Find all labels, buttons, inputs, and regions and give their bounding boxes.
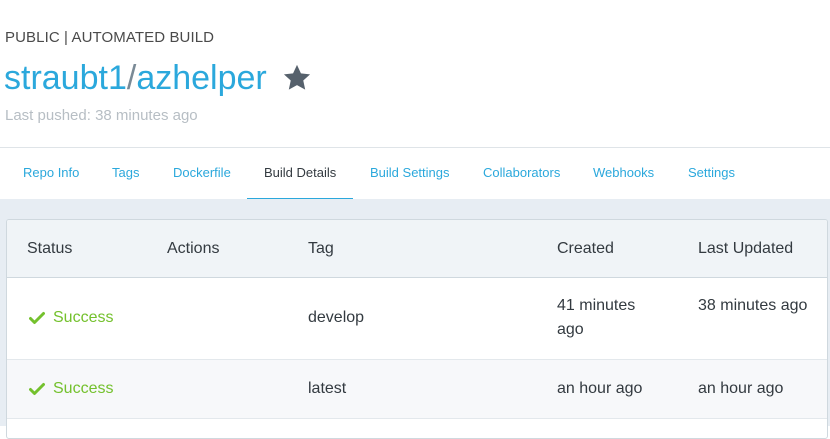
tab-build-settings[interactable]: Build Settings (370, 148, 450, 199)
status-text: Success (53, 309, 114, 326)
repo-title-separator: / (126, 59, 137, 97)
build-status-link[interactable]: Success (29, 377, 113, 401)
repo-name: azhelper (136, 59, 267, 97)
last-pushed-text: Last pushed: 38 minutes ago (5, 107, 198, 124)
tab-tags[interactable]: Tags (112, 148, 139, 199)
created-cell: an hour ago (557, 380, 643, 397)
created-cell: 41 minutes ago (557, 297, 636, 338)
tab-webhooks[interactable]: Webhooks (593, 148, 654, 199)
table-header: Status Actions Tag Created Last Updated (7, 220, 827, 278)
builds-table: Status Actions Tag Created Last Updated … (6, 219, 828, 439)
check-icon (29, 311, 45, 325)
check-icon (29, 382, 45, 396)
column-header-tag[interactable]: Tag (308, 220, 334, 278)
build-details-panel: Status Actions Tag Created Last Updated … (0, 199, 830, 439)
status-text: Success (53, 380, 114, 397)
repo-visibility-label: PUBLIC | AUTOMATED BUILD (5, 29, 215, 46)
last-updated-cell: an hour ago (698, 380, 784, 397)
table-row[interactable]: Success latest an hour ago an hour ago (7, 360, 827, 419)
repo-tabs: Repo Info Tags Dockerfile Build Details … (0, 147, 830, 200)
repo-header: PUBLIC | AUTOMATED BUILD straubt1/azhelp… (0, 0, 830, 147)
tab-build-details[interactable]: Build Details (264, 148, 336, 199)
column-header-created[interactable]: Created (557, 220, 614, 278)
star-icon[interactable] (281, 62, 313, 94)
last-updated-cell: 38 minutes ago (698, 297, 808, 314)
column-header-actions[interactable]: Actions (167, 220, 219, 278)
tag-cell: develop (308, 309, 365, 326)
tab-settings[interactable]: Settings (688, 148, 735, 199)
tab-dockerfile[interactable]: Dockerfile (173, 148, 231, 199)
tab-repo-info[interactable]: Repo Info (23, 148, 79, 199)
repo-title: straubt1/azhelper (4, 57, 267, 99)
repo-title-row: straubt1/azhelper (4, 57, 313, 99)
column-header-last-updated[interactable]: Last Updated (698, 220, 793, 278)
tab-collaborators[interactable]: Collaborators (483, 148, 560, 199)
repo-namespace-link[interactable]: straubt1 (4, 59, 127, 97)
table-row[interactable]: Success develop 41 minutes ago 38 minute… (7, 278, 827, 360)
build-status-link[interactable]: Success (29, 306, 113, 330)
column-header-status[interactable]: Status (27, 220, 72, 278)
tag-cell: latest (308, 380, 347, 397)
